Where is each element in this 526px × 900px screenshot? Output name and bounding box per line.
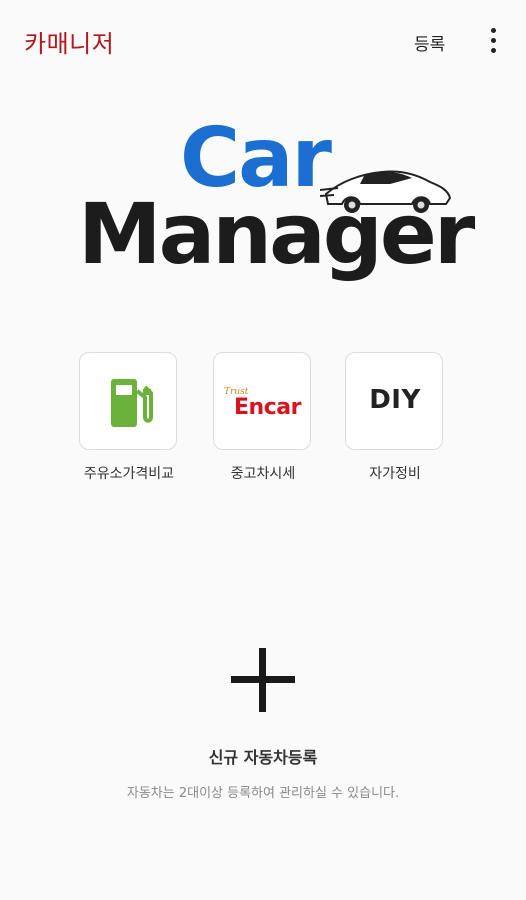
diy-label: 자가정비 xyxy=(369,466,421,482)
diy-icon: DIY xyxy=(369,385,421,415)
register-button[interactable]: 등록 xyxy=(414,30,445,55)
add-vehicle-section[interactable]: 신규 자동차등록 자동차는 2대이상 등록하여 관리하실 수 있습니다. xyxy=(0,648,526,801)
diy-tile[interactable]: DIY xyxy=(345,352,443,450)
fuel-price-tile[interactable] xyxy=(79,352,177,450)
app-bar: 카매니저 등록 xyxy=(0,0,526,84)
plus-icon[interactable] xyxy=(231,648,295,712)
fuel-price-label: 주유소가격비교 xyxy=(83,466,175,482)
app-title: 카매니저 xyxy=(24,30,115,58)
car-manager-logo: Car Manager xyxy=(72,118,475,318)
add-vehicle-subtitle: 자동차는 2대이상 등록하여 관리하실 수 있습니다. xyxy=(126,786,400,801)
fuel-pump-icon xyxy=(111,379,153,427)
quick-item-used-car-price[interactable]: Trust Encar 중고차시세 xyxy=(213,352,313,483)
more-vertical-icon[interactable] xyxy=(484,26,504,56)
used-car-price-label: 중고차시세 xyxy=(230,466,296,482)
encar-logo: Trust Encar xyxy=(220,387,308,421)
add-vehicle-title[interactable]: 신규 자동차등록 xyxy=(0,744,526,768)
logo-manager-text: Manager xyxy=(78,185,475,283)
used-car-price-tile[interactable]: Trust Encar xyxy=(213,352,311,450)
quick-item-fuel-price[interactable]: 주유소가격비교 xyxy=(79,352,179,483)
encar-logo-text: Encar xyxy=(234,395,301,420)
quick-item-diy[interactable]: DIY 자가정비 xyxy=(345,352,445,483)
